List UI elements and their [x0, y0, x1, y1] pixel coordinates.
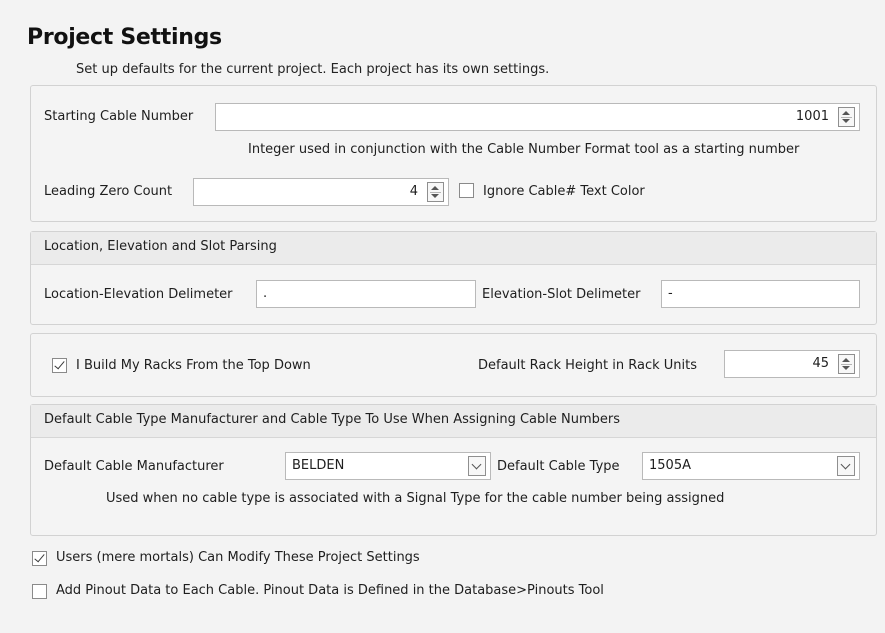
default-rack-height-label: Default Rack Height in Rack Units — [478, 358, 698, 373]
cable-type-help: Used when no cable type is associated wi… — [106, 491, 725, 506]
default-rack-height-field[interactable]: 45 — [724, 350, 860, 378]
page-subtitle: Set up defaults for the current project.… — [76, 62, 550, 77]
parsing-panel: Location, Elevation and Slot Parsing Loc… — [30, 231, 877, 325]
users-can-modify-checkbox[interactable] — [32, 551, 47, 566]
starting-cable-number-help: Integer used in conjunction with the Cab… — [248, 142, 800, 157]
build-racks-top-down-checkbox[interactable] — [52, 358, 67, 373]
cable-type-panel-header: Default Cable Type Manufacturer and Cabl… — [31, 405, 876, 438]
starting-cable-number-value: 1001 — [795, 109, 829, 124]
chevron-down-icon[interactable] — [468, 456, 486, 476]
elevation-slot-delimeter-field[interactable]: - — [661, 280, 860, 308]
location-elevation-delimeter-value: . — [263, 286, 268, 301]
default-cable-manufacturer-value: BELDEN — [292, 458, 345, 473]
default-rack-height-spinner[interactable] — [838, 354, 855, 374]
location-elevation-delimeter-label: Location-Elevation Delimeter — [44, 287, 233, 302]
default-cable-type-label: Default Cable Type — [497, 459, 620, 474]
default-cable-type-value: 1505A — [649, 458, 691, 473]
page-title: Project Settings — [27, 25, 222, 50]
default-rack-height-value: 45 — [812, 356, 829, 371]
elevation-slot-delimeter-label: Elevation-Slot Delimeter — [482, 287, 641, 302]
starting-cable-number-spinner[interactable] — [838, 107, 855, 127]
racks-panel: I Build My Racks From the Top Down Defau… — [30, 333, 877, 397]
default-cable-manufacturer-select[interactable]: BELDEN — [285, 452, 491, 480]
leading-zero-count-field[interactable]: 4 — [193, 178, 449, 206]
cable-number-panel: Starting Cable Number 1001 Integer used … — [30, 85, 877, 222]
chevron-down-icon[interactable] — [837, 456, 855, 476]
starting-cable-number-field[interactable]: 1001 — [215, 103, 860, 131]
default-cable-manufacturer-label: Default Cable Manufacturer — [44, 459, 224, 474]
location-elevation-delimeter-field[interactable]: . — [256, 280, 476, 308]
cable-type-panel-title: Default Cable Type Manufacturer and Cabl… — [44, 412, 621, 427]
project-settings-page: Project Settings Set up defaults for the… — [0, 0, 885, 633]
add-pinout-data-label: Add Pinout Data to Each Cable. Pinout Da… — [56, 583, 604, 598]
leading-zero-count-spinner[interactable] — [427, 182, 444, 202]
users-can-modify-label: Users (mere mortals) Can Modify These Pr… — [56, 550, 420, 565]
parsing-panel-title: Location, Elevation and Slot Parsing — [44, 239, 277, 254]
leading-zero-count-value: 4 — [409, 184, 418, 199]
starting-cable-number-label: Starting Cable Number — [44, 109, 194, 124]
build-racks-top-down-label: I Build My Racks From the Top Down — [76, 358, 311, 373]
default-cable-type-select[interactable]: 1505A — [642, 452, 860, 480]
parsing-panel-header: Location, Elevation and Slot Parsing — [31, 232, 876, 265]
cable-type-panel: Default Cable Type Manufacturer and Cabl… — [30, 404, 877, 536]
ignore-cable-text-color-label: Ignore Cable# Text Color — [483, 184, 645, 199]
ignore-cable-text-color-checkbox[interactable] — [459, 183, 474, 198]
elevation-slot-delimeter-value: - — [668, 286, 673, 301]
leading-zero-count-label: Leading Zero Count — [44, 184, 173, 199]
add-pinout-data-checkbox[interactable] — [32, 584, 47, 599]
